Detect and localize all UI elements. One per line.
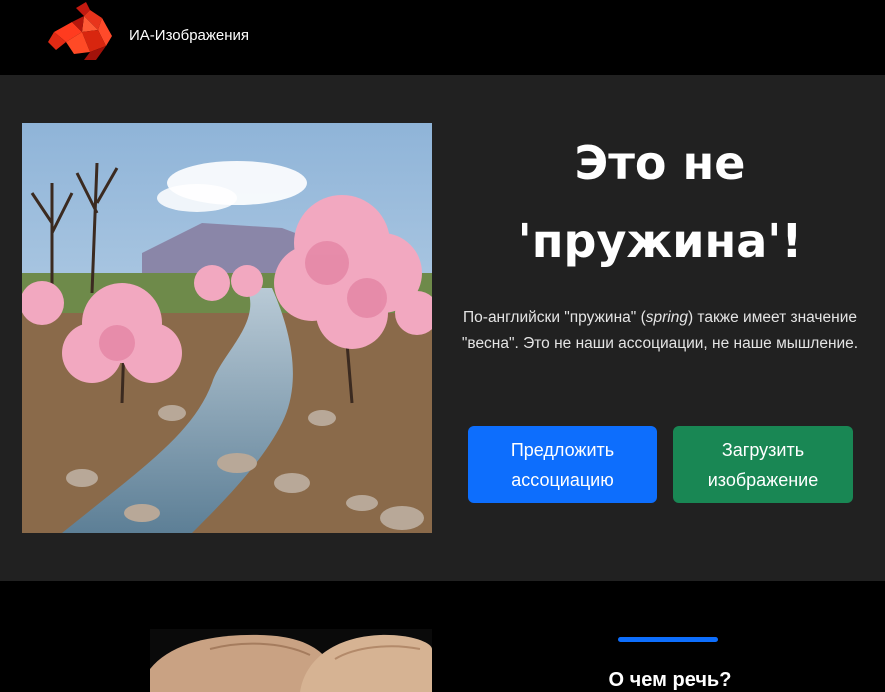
section-heading: О чем речь? (608, 669, 732, 691)
hero-description: По-английски "пружина" (spring) также им… (460, 305, 860, 357)
hero-section: Это не 'пружина'! По-английски "пружина"… (0, 75, 885, 581)
upload-image-button[interactable]: Загрузить изображение (673, 426, 853, 503)
horse-logo-icon[interactable] (46, 2, 114, 60)
hero-title-line2: 'пружина'! (517, 214, 803, 268)
brand-name[interactable]: ИА-Изображения (129, 27, 249, 44)
navbar: ИА-Изображения (0, 0, 885, 75)
fingers-image (150, 629, 432, 692)
suggest-association-button[interactable]: Предложить ассоциацию (468, 426, 657, 503)
about-section: О чем речь? (0, 581, 885, 692)
desc-emphasis: spring (645, 309, 688, 326)
desc-text-before: По-английски "пружина" ( (463, 309, 646, 326)
section-accent-bar (618, 637, 718, 642)
hero-title-line1: Это не (574, 136, 746, 190)
hero-title: Это не 'пружина'! (455, 135, 865, 269)
spring-trees-image (22, 123, 432, 533)
